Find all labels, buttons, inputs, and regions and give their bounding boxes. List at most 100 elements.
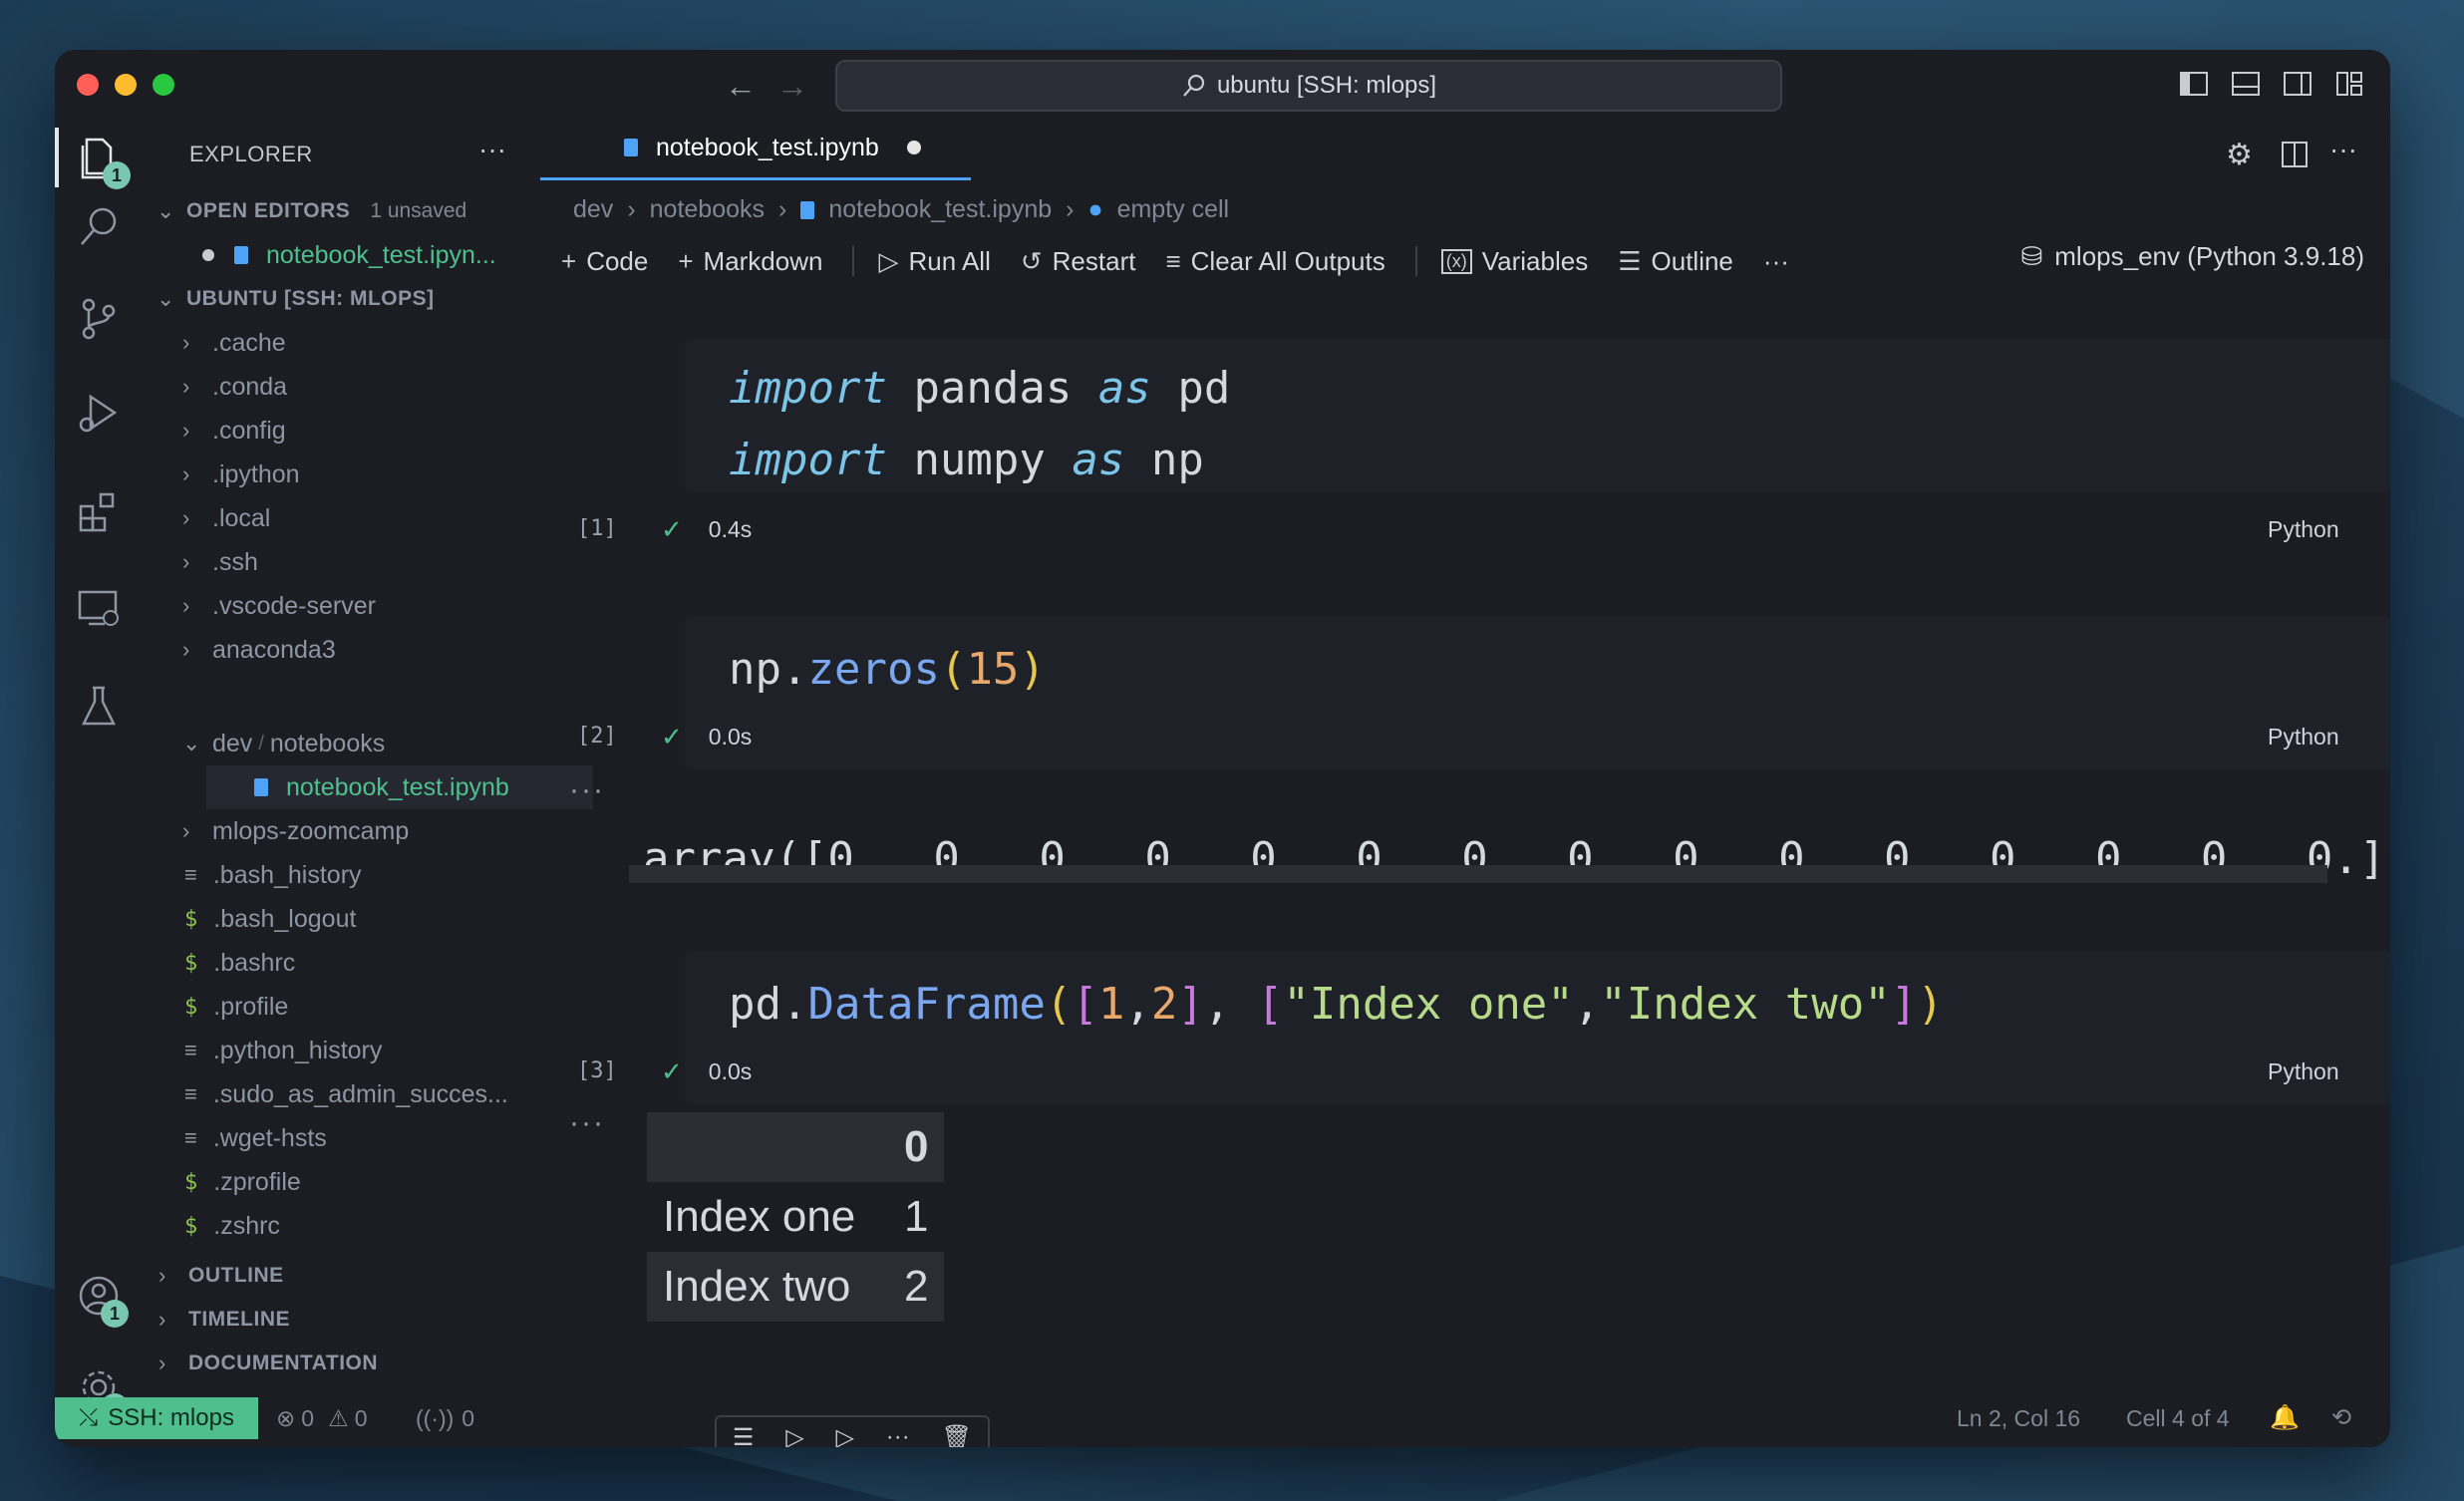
remote-explorer-icon[interactable]	[75, 584, 123, 632]
cursor-position[interactable]: Ln 2, Col 16	[1957, 1405, 2080, 1432]
extensions-icon[interactable]	[75, 486, 123, 534]
toggle-primary-sidebar-icon[interactable]	[2178, 68, 2210, 100]
cell-language[interactable]: Python	[2268, 724, 2339, 750]
cell-language[interactable]: Python	[2268, 516, 2339, 543]
chevron-right-icon: ›	[182, 637, 190, 662]
restart-kernel-button[interactable]: ↺ Restart	[1021, 246, 1136, 277]
folder-label: .vscode-server	[212, 591, 376, 620]
file-label: .bashrc	[213, 948, 296, 977]
output-more-icon[interactable]: ···	[569, 773, 605, 807]
tree-folder[interactable]: › .conda	[182, 365, 287, 409]
tree-file[interactable]: $ .zprofile	[184, 1160, 301, 1204]
workspace-section[interactable]: ⌄ UBUNTU [SSH: MLOPS]	[156, 277, 435, 321]
tree-folder[interactable]: › .local	[182, 496, 270, 540]
active-file-notebook[interactable]: notebook_test.ipynb	[254, 765, 509, 809]
sidebar-section-timeline[interactable]: › TIMELINE	[158, 1298, 290, 1342]
tree-file[interactable]: $ .bash_logout	[184, 897, 356, 941]
tree-folder[interactable]: › .ipython	[182, 452, 300, 496]
editor-actions-gear-icon[interactable]: ⚙	[2226, 138, 2253, 172]
remote-icon: ⤯	[79, 1404, 99, 1431]
file-label: .zshrc	[213, 1211, 280, 1240]
tree-file[interactable]: $ .profile	[184, 985, 288, 1029]
tree-folder[interactable]: › anaconda3	[182, 628, 336, 672]
add-markdown-cell-button[interactable]: + Markdown	[678, 246, 822, 277]
tree-file[interactable]: ≡ .wget-hsts	[184, 1116, 327, 1160]
split-editor-icon[interactable]	[2280, 140, 2310, 169]
chevron-right-icon: ›	[182, 374, 190, 399]
cell-indicator[interactable]: Cell 4 of 4	[2126, 1405, 2230, 1432]
kernel-picker[interactable]: ⛁ mlops_env (Python 3.9.18)	[2020, 241, 2364, 272]
kernel-icon: ⛁	[2020, 241, 2043, 271]
open-editor-item[interactable]: notebook_test.ipyn...	[202, 233, 496, 277]
breadcrumb-notebooks[interactable]: notebooks	[650, 195, 765, 224]
run-and-debug-icon[interactable]	[75, 389, 123, 437]
close-window-button[interactable]	[77, 74, 99, 96]
customize-layout-icon[interactable]	[2333, 68, 2365, 100]
source-control-icon[interactable]	[75, 295, 123, 343]
tree-file[interactable]: $ .bashrc	[184, 941, 295, 985]
ports-indicator[interactable]: ((·)) 0	[416, 1405, 474, 1432]
plus-icon: +	[561, 245, 577, 276]
file-label: .zprofile	[213, 1167, 301, 1196]
folder-label: mlops-zoomcamp	[212, 816, 410, 845]
file-label: .bash_logout	[213, 904, 357, 933]
tree-folder[interactable]: › .config	[182, 409, 286, 452]
folder-mlops-zoomcamp[interactable]: › mlops-zoomcamp	[182, 809, 409, 853]
output-horizontal-scrollbar[interactable]	[629, 865, 2327, 883]
search-icon	[1183, 74, 1205, 97]
tree-file[interactable]: ≡ .sudo_as_admin_succes...	[184, 1072, 508, 1116]
tree-folder[interactable]: › .cache	[182, 321, 286, 365]
command-center-search[interactable]: ubuntu [SSH: mlops]	[835, 60, 1782, 112]
notifications-bell-icon[interactable]: 🔔	[2270, 1403, 2300, 1432]
problems-indicator[interactable]: ⊗ 0 ⚠ 0	[276, 1405, 368, 1432]
testing-flask-icon[interactable]	[75, 682, 123, 730]
dataframe-row-index: Index two	[647, 1252, 888, 1322]
add-markdown-label: Markdown	[703, 245, 823, 276]
forward-arrow-icon[interactable]: →	[776, 68, 808, 105]
remote-indicator[interactable]: ⤯ SSH: mlops	[55, 1397, 258, 1439]
copilot-icon[interactable]: ⟲	[2331, 1403, 2351, 1432]
folder-dev-notebooks[interactable]: ⌄ dev / notebooks	[182, 722, 385, 765]
sidebar-section-outline[interactable]: › OUTLINE	[158, 1254, 284, 1298]
output-more-icon[interactable]: ···	[569, 1106, 605, 1140]
warning-count: 0	[354, 1405, 368, 1431]
breadcrumb-cell[interactable]: empty cell	[1117, 195, 1230, 224]
add-code-cell-button[interactable]: + Code	[561, 246, 648, 277]
toggle-panel-icon[interactable]	[2230, 68, 2262, 100]
tree-folder[interactable]: › .ssh	[182, 540, 258, 584]
folder-label: .local	[212, 503, 271, 532]
outline-button[interactable]: ☰ Outline	[1618, 246, 1733, 277]
explorer-more-actions-icon[interactable]: ···	[478, 134, 506, 165]
minimize-window-button[interactable]	[115, 74, 137, 96]
clear-all-outputs-button[interactable]: ≡ Clear All Outputs	[1165, 246, 1385, 277]
dataframe-cell-value: 1	[888, 1182, 945, 1252]
tree-file[interactable]: $ .zshrc	[184, 1204, 280, 1248]
editor-more-actions-icon[interactable]: ···	[2329, 134, 2357, 165]
toolbar-more-button[interactable]: ···	[1763, 246, 1789, 277]
sidebar-section-documentation[interactable]: › DOCUMENTATION	[158, 1342, 378, 1385]
tree-folder[interactable]: › .vscode-server	[182, 584, 376, 628]
activity-bar: 1 1 1	[55, 118, 145, 1447]
cell-duration: 0.0s	[708, 1058, 753, 1084]
variables-button[interactable]: (x) Variables	[1440, 246, 1588, 277]
toggle-secondary-sidebar-icon[interactable]	[2282, 68, 2313, 100]
notebook-file-icon	[254, 778, 268, 796]
run-all-button[interactable]: ▷ Run All	[878, 246, 990, 277]
folder-dev-label: dev	[212, 729, 253, 757]
back-arrow-icon[interactable]: ←	[725, 68, 757, 105]
search-icon[interactable]	[75, 203, 123, 251]
editor-tab-notebook[interactable]: notebook_test.ipynb	[540, 118, 971, 180]
cell-language[interactable]: Python	[2268, 1058, 2339, 1085]
file-label: .wget-hsts	[212, 1123, 327, 1152]
zoom-window-button[interactable]	[153, 74, 174, 96]
notebook-file-icon	[234, 246, 248, 264]
shell-file-icon: $	[184, 950, 198, 976]
tree-file[interactable]: ≡ .bash_history	[184, 853, 362, 897]
open-editors-section[interactable]: ⌄ OPEN EDITORS 1 unsaved	[156, 189, 466, 233]
unsaved-dot-icon[interactable]	[906, 141, 921, 154]
breadcrumb-dev[interactable]: dev	[573, 195, 613, 224]
cell-status: ✓ 0.4s	[661, 514, 752, 545]
breadcrumb-file[interactable]: notebook_test.ipynb	[828, 195, 1052, 224]
tree-file[interactable]: ≡ .python_history	[184, 1029, 382, 1072]
cell-duration: 0.4s	[708, 516, 753, 542]
